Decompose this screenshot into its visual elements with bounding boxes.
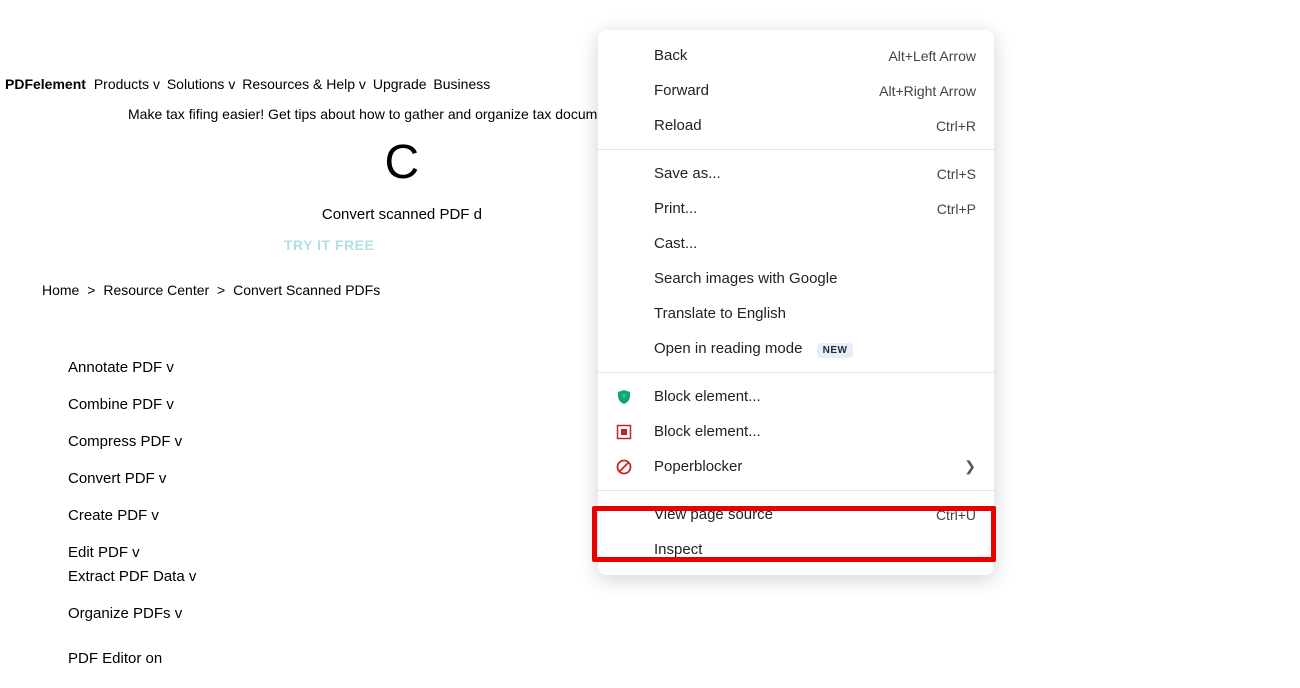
breadcrumb: Home > Resource Center > Convert Scanned… [40, 282, 382, 298]
top-nav: PDFelement Products v Solutions v Resour… [5, 76, 493, 92]
nav-business[interactable]: Business [433, 76, 490, 92]
menu-inspect[interactable]: Inspect [598, 532, 994, 567]
menu-reading-mode[interactable]: Open in reading mode NEW [598, 331, 994, 366]
brand-logo[interactable]: PDFelement [5, 76, 86, 92]
menu-block-element-2-label: Block element... [654, 423, 976, 440]
menu-back[interactable]: Back Alt+Left Arrow [598, 38, 994, 73]
title-fragment-left: C [385, 136, 420, 189]
menu-print[interactable]: Print... Ctrl+P [598, 191, 994, 226]
menu-view-source-accel: Ctrl+U [936, 507, 976, 523]
context-menu: Back Alt+Left Arrow Forward Alt+Right Ar… [598, 30, 994, 575]
nav-resources[interactable]: Resources & Help v [242, 76, 366, 92]
menu-block-element-1[interactable]: Block element... [598, 379, 994, 414]
sidebar-item-create[interactable]: Create PDF v [68, 508, 196, 523]
breadcrumb-sep: > [87, 282, 95, 298]
no-entry-icon [616, 459, 632, 475]
menu-forward[interactable]: Forward Alt+Right Arrow [598, 73, 994, 108]
menu-separator [598, 149, 994, 150]
menu-back-accel: Alt+Left Arrow [888, 48, 976, 64]
breadcrumb-sep: > [217, 282, 225, 298]
menu-separator [598, 490, 994, 491]
menu-back-label: Back [654, 47, 888, 64]
menu-reload[interactable]: Reload Ctrl+R [598, 108, 994, 143]
menu-search-images-label: Search images with Google [654, 270, 976, 287]
menu-forward-label: Forward [654, 82, 879, 99]
menu-view-source-label: View page source [654, 506, 936, 523]
sidebar-item-convert[interactable]: Convert PDF v [68, 471, 196, 486]
menu-search-images[interactable]: Search images with Google [598, 261, 994, 296]
nav-upgrade[interactable]: Upgrade [373, 76, 427, 92]
menu-translate[interactable]: Translate to English [598, 296, 994, 331]
menu-save-as[interactable]: Save as... Ctrl+S [598, 156, 994, 191]
shield-icon [616, 389, 632, 405]
menu-reload-label: Reload [654, 117, 936, 134]
menu-save-as-label: Save as... [654, 165, 937, 182]
try-free-button[interactable]: TRY IT FREE [284, 237, 374, 253]
menu-separator [598, 372, 994, 373]
sidebar-item-annotate[interactable]: Annotate PDF v [68, 360, 196, 375]
menu-reload-accel: Ctrl+R [936, 118, 976, 134]
menu-save-as-accel: Ctrl+S [937, 166, 976, 182]
menu-translate-label: Translate to English [654, 305, 976, 322]
sidebar-item-edit[interactable]: Edit PDF v [68, 545, 196, 560]
sidebar-item-organize[interactable]: Organize PDFs v [68, 606, 196, 621]
menu-poperblocker-label: Poperblocker [654, 458, 964, 475]
block-square-icon [616, 424, 632, 440]
menu-cast[interactable]: Cast... [598, 226, 994, 261]
breadcrumb-resource-center[interactable]: Resource Center [103, 282, 209, 298]
nav-solutions[interactable]: Solutions v [167, 76, 235, 92]
menu-poperblocker[interactable]: Poperblocker ❯ [598, 449, 994, 484]
menu-reading-mode-label: Open in reading mode NEW [654, 340, 976, 357]
sidebar-item-editor-on[interactable]: PDF Editor on [68, 651, 196, 666]
sidebar-item-extract[interactable]: Extract PDF Data v [68, 569, 196, 584]
menu-block-element-1-label: Block element... [654, 388, 976, 405]
menu-print-accel: Ctrl+P [937, 201, 976, 217]
subtitle-fragment-left: Convert scanned PDF d [322, 206, 482, 223]
menu-view-source[interactable]: View page source Ctrl+U [598, 497, 994, 532]
nav-products[interactable]: Products v [94, 76, 160, 92]
new-badge: NEW [817, 343, 854, 358]
breadcrumb-home[interactable]: Home [42, 282, 79, 298]
sidebar-category-list: Annotate PDF v Combine PDF v Compress PD… [68, 360, 196, 688]
menu-block-element-2[interactable]: Block element... [598, 414, 994, 449]
menu-forward-accel: Alt+Right Arrow [879, 83, 976, 99]
breadcrumb-current: Convert Scanned PDFs [233, 282, 380, 298]
chevron-right-icon: ❯ [964, 458, 976, 475]
menu-cast-label: Cast... [654, 235, 976, 252]
sidebar-item-combine[interactable]: Combine PDF v [68, 397, 196, 412]
menu-print-label: Print... [654, 200, 937, 217]
sidebar-item-compress[interactable]: Compress PDF v [68, 434, 196, 449]
menu-inspect-label: Inspect [654, 541, 976, 558]
